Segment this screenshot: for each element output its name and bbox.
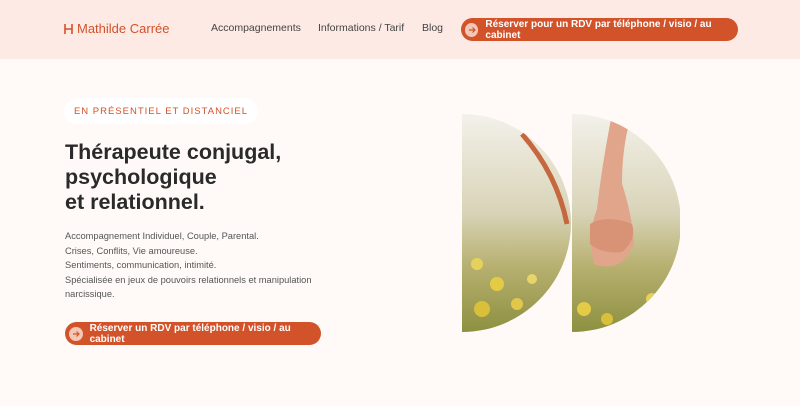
nav-accompagnements[interactable]: Accompagnements [211,22,301,34]
logo-mark-icon [64,23,73,34]
logo-link[interactable]: Mathilde Carrée [64,21,170,36]
description-line: Accompagnement Individuel, Couple, Paren… [65,231,259,241]
hero-booking-label: Réserver un RDV par téléphone / visio / … [89,322,291,345]
arrow-right-icon [69,326,83,341]
mode-badge: EN PRÉSENTIEL ET DISTANCIEL [64,98,258,124]
title-line: psychologique [65,165,217,189]
description-line: Spécialisée en jeux de pouvoirs relation… [65,274,312,285]
arrow-right-icon [465,22,479,37]
site-header: Mathilde Carrée Accompagnements Informat… [0,0,800,59]
description-line: Sentiments, communication, intimité. [65,260,217,270]
title-line: Thérapeute conjugal, [65,140,282,164]
description-line: Crises, Conflits, Vie amoureuse. [65,245,198,256]
hero-description: Accompagnement Individuel, Couple, Paren… [65,229,385,302]
nav-blog[interactable]: Blog [422,22,443,34]
nav-informations-tarif[interactable]: Informations / Tarif [318,22,404,34]
holding-hands-photo [462,114,680,332]
hero-booking-button[interactable]: Réserver un RDV par téléphone / visio / … [65,322,321,345]
header-booking-button[interactable]: Réserver pour un RDV par téléphone / vis… [461,18,738,41]
logo-text: Mathilde Carrée [77,21,170,36]
title-line: et relationnel. [65,190,205,214]
header-booking-label: Réserver pour un RDV par téléphone / vis… [485,18,712,41]
page-title: Thérapeute conjugal, psychologique et re… [65,140,365,215]
description-line: narcissique. [65,289,115,299]
